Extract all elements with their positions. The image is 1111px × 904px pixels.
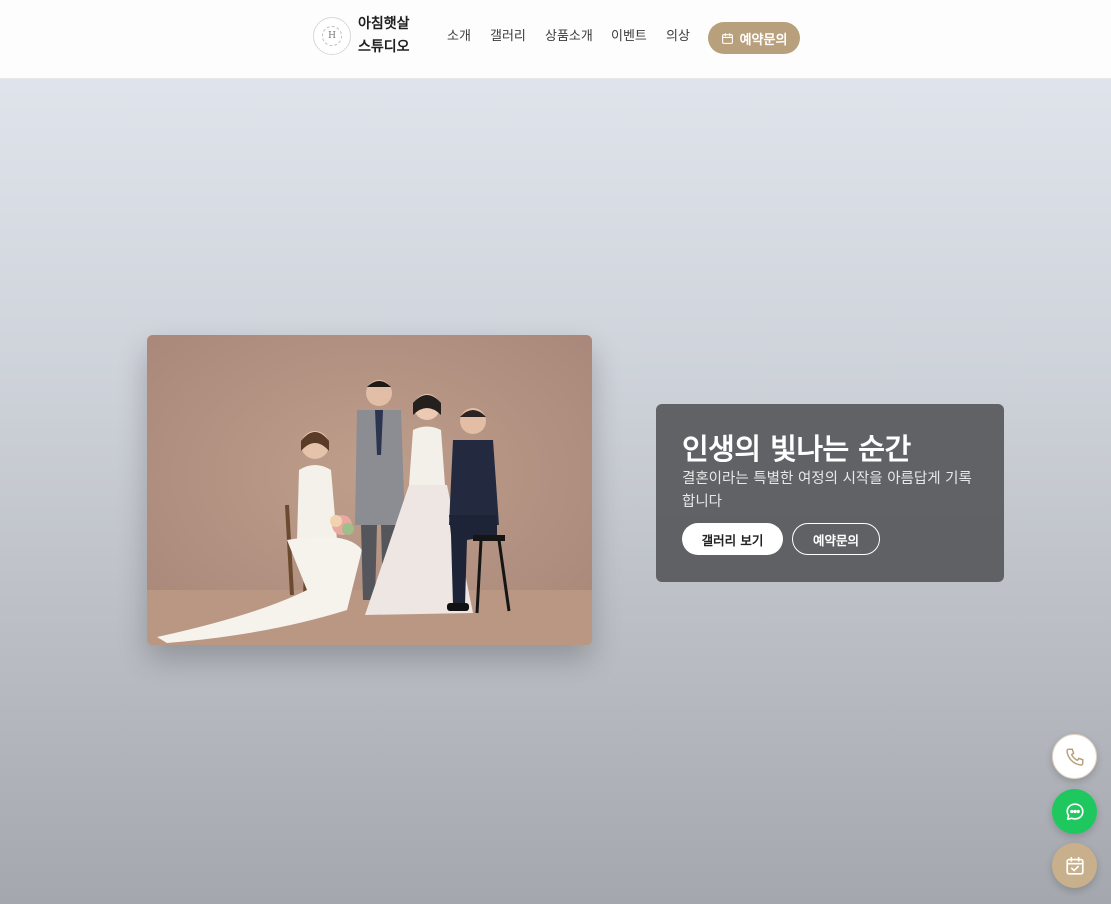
phone-button[interactable]: [1052, 734, 1097, 779]
nav-item-events[interactable]: 이벤트: [611, 27, 647, 47]
view-gallery-button[interactable]: 갤러리 보기: [682, 523, 783, 555]
studio-logo-icon[interactable]: H: [313, 17, 351, 55]
chat-button[interactable]: [1052, 789, 1097, 834]
chat-icon: [1065, 802, 1084, 820]
nav-item-products[interactable]: 상품소개: [545, 27, 593, 47]
reserve-header-button[interactable]: 예약문의: [708, 22, 800, 54]
nav-item-gallery[interactable]: 갤러리: [490, 27, 526, 47]
reserve-button[interactable]: 예약문의: [792, 523, 880, 555]
reserve-header-label: 예약문의: [739, 32, 788, 48]
calendar-button[interactable]: [1052, 843, 1097, 888]
brand-line-2: 스튜디오: [358, 39, 410, 55]
brand-name[interactable]: 아침햇살 스튜디오: [358, 13, 410, 59]
calendar-check-icon: [1065, 856, 1084, 875]
logo-letter: H: [328, 31, 336, 41]
nav-item-about[interactable]: 소개: [447, 27, 471, 47]
nav-item-costumes[interactable]: 의상: [666, 27, 690, 47]
calendar-icon: [721, 32, 733, 44]
hero-subtitle: 결혼이라는 특별한 여정의 시작을 아름답게 기록합니다: [682, 471, 972, 510]
hero-photo: [147, 335, 592, 645]
hero-card: 인생의 빛나는 순간 결혼이라는 특별한 여정의 시작을 아름답게 기록합니다 …: [656, 404, 1004, 582]
phone-icon: [1065, 747, 1084, 766]
site-header: H 아침햇살 스튜디오 소개 갤러리 상품소개 이벤트 의상 예약문의: [0, 0, 1111, 79]
brand-line-1: 아침햇살: [358, 16, 410, 32]
hero-title: 인생의 빛나는 순간: [682, 432, 911, 466]
wedding-photo-illustration: [147, 335, 592, 645]
